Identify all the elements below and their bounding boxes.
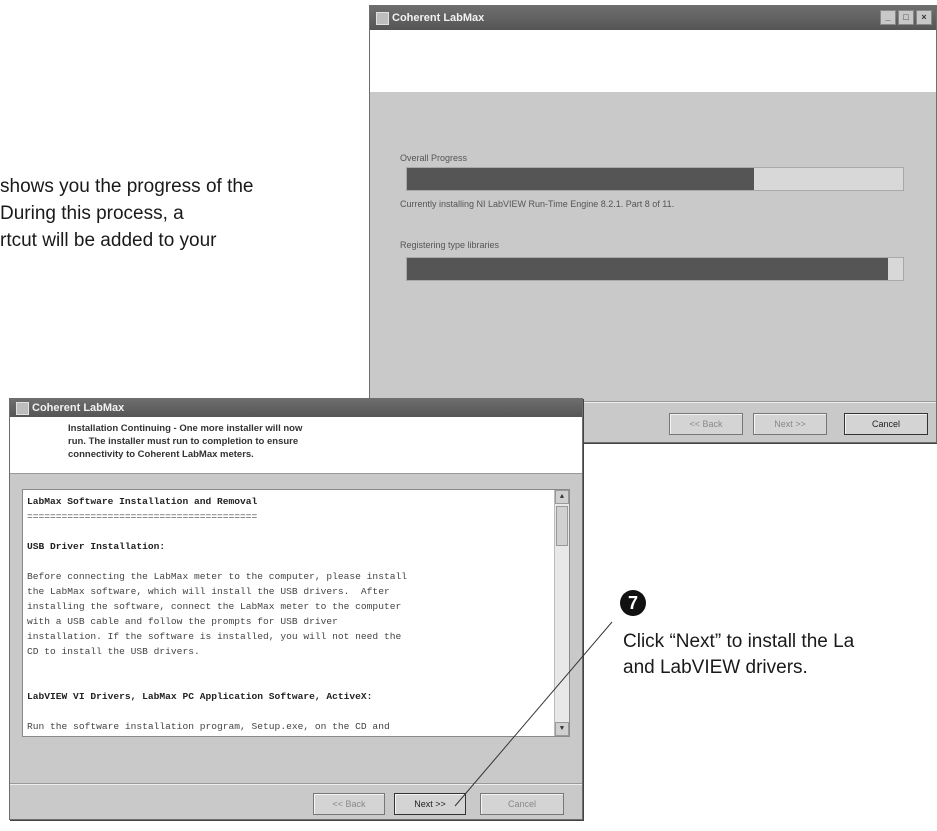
install-cancel-button[interactable]: Cancel	[480, 793, 564, 815]
progress-window-titlebar[interactable]: Coherent LabMax _ □ ×	[370, 6, 936, 30]
readme-line	[27, 524, 551, 539]
step-callout-line2: and LabVIEW drivers.	[623, 657, 808, 678]
minimize-button[interactable]: _	[880, 10, 896, 25]
readme-line	[27, 674, 551, 689]
install-footer-separator	[10, 783, 582, 785]
readme-line	[27, 554, 551, 569]
install-status-text: Currently installing NI LabVIEW Run-Time…	[400, 199, 675, 209]
progress-window: Coherent LabMax _ □ × Overall Progress C…	[369, 5, 937, 443]
intro-caption-line3: rtcut will be added to your	[0, 230, 217, 251]
step-callout-line1: Click “Next” to install the La	[623, 631, 855, 652]
sub-progress-label: Registering type libraries	[400, 240, 500, 250]
readme-line: USB Driver Installation:	[27, 541, 166, 552]
install-next-button[interactable]: Next >>	[394, 793, 466, 815]
overall-progress-bar	[406, 167, 904, 191]
scroll-down-arrow-icon[interactable]: ▼	[555, 722, 569, 736]
app-icon	[16, 402, 29, 415]
scroll-thumb[interactable]	[556, 506, 568, 546]
readme-line: Before connecting the LabMax meter to th…	[27, 571, 407, 582]
readme-line	[27, 704, 551, 719]
readme-line: the LabMax software, which will install …	[27, 586, 390, 597]
progress-next-button[interactable]: Next >>	[753, 413, 827, 435]
readme-textbox[interactable]: LabMax Software Installation and Removal…	[22, 489, 570, 737]
progress-back-button[interactable]: << Back	[669, 413, 743, 435]
intro-caption-line2: During this process, a	[0, 203, 184, 224]
install-window: Coherent LabMax Installation Continuing …	[9, 398, 583, 820]
scroll-up-arrow-icon[interactable]: ▲	[555, 490, 569, 504]
readme-line: installing the software, connect the Lab…	[27, 601, 402, 612]
install-header-line1: Installation Continuing - One more insta…	[68, 423, 303, 434]
overall-progress-label: Overall Progress	[400, 153, 468, 163]
progress-header-area	[370, 30, 936, 92]
progress-window-title: Coherent LabMax	[392, 12, 485, 24]
close-button[interactable]: ×	[916, 10, 932, 25]
maximize-button[interactable]: □	[898, 10, 914, 25]
install-header-area: Installation Continuing - One more insta…	[10, 417, 582, 474]
readme-line: Run the software installation program, S…	[27, 721, 390, 732]
readme-scrollbar[interactable]: ▲ ▼	[554, 490, 569, 736]
install-back-button[interactable]: << Back	[313, 793, 385, 815]
install-header-line3: connectivity to Coherent LabMax meters.	[68, 449, 254, 460]
intro-caption-line1: shows you the progress of the	[0, 176, 254, 197]
install-window-titlebar[interactable]: Coherent LabMax	[10, 399, 582, 417]
readme-line: LabMax Software Installation and Removal	[27, 496, 258, 507]
sub-progress-fill	[407, 258, 889, 280]
install-window-title: Coherent LabMax	[32, 402, 125, 414]
install-header-line2: run. The installer must run to completio…	[68, 436, 299, 447]
readme-line: installation. If the software is install…	[27, 631, 402, 642]
sub-progress-bar	[406, 257, 904, 281]
readme-line: with a USB cable and follow the prompts …	[27, 616, 338, 627]
overall-progress-fill	[407, 168, 755, 190]
progress-cancel-button[interactable]: Cancel	[844, 413, 928, 435]
readme-line: ========================================	[27, 511, 258, 522]
readme-line: CD to install the USB drivers.	[27, 646, 200, 657]
readme-line: LabVIEW VI Drivers, LabMax PC Applicatio…	[27, 691, 373, 702]
step-number-badge: 7	[620, 590, 646, 616]
app-icon	[376, 12, 389, 25]
readme-line	[27, 659, 551, 674]
